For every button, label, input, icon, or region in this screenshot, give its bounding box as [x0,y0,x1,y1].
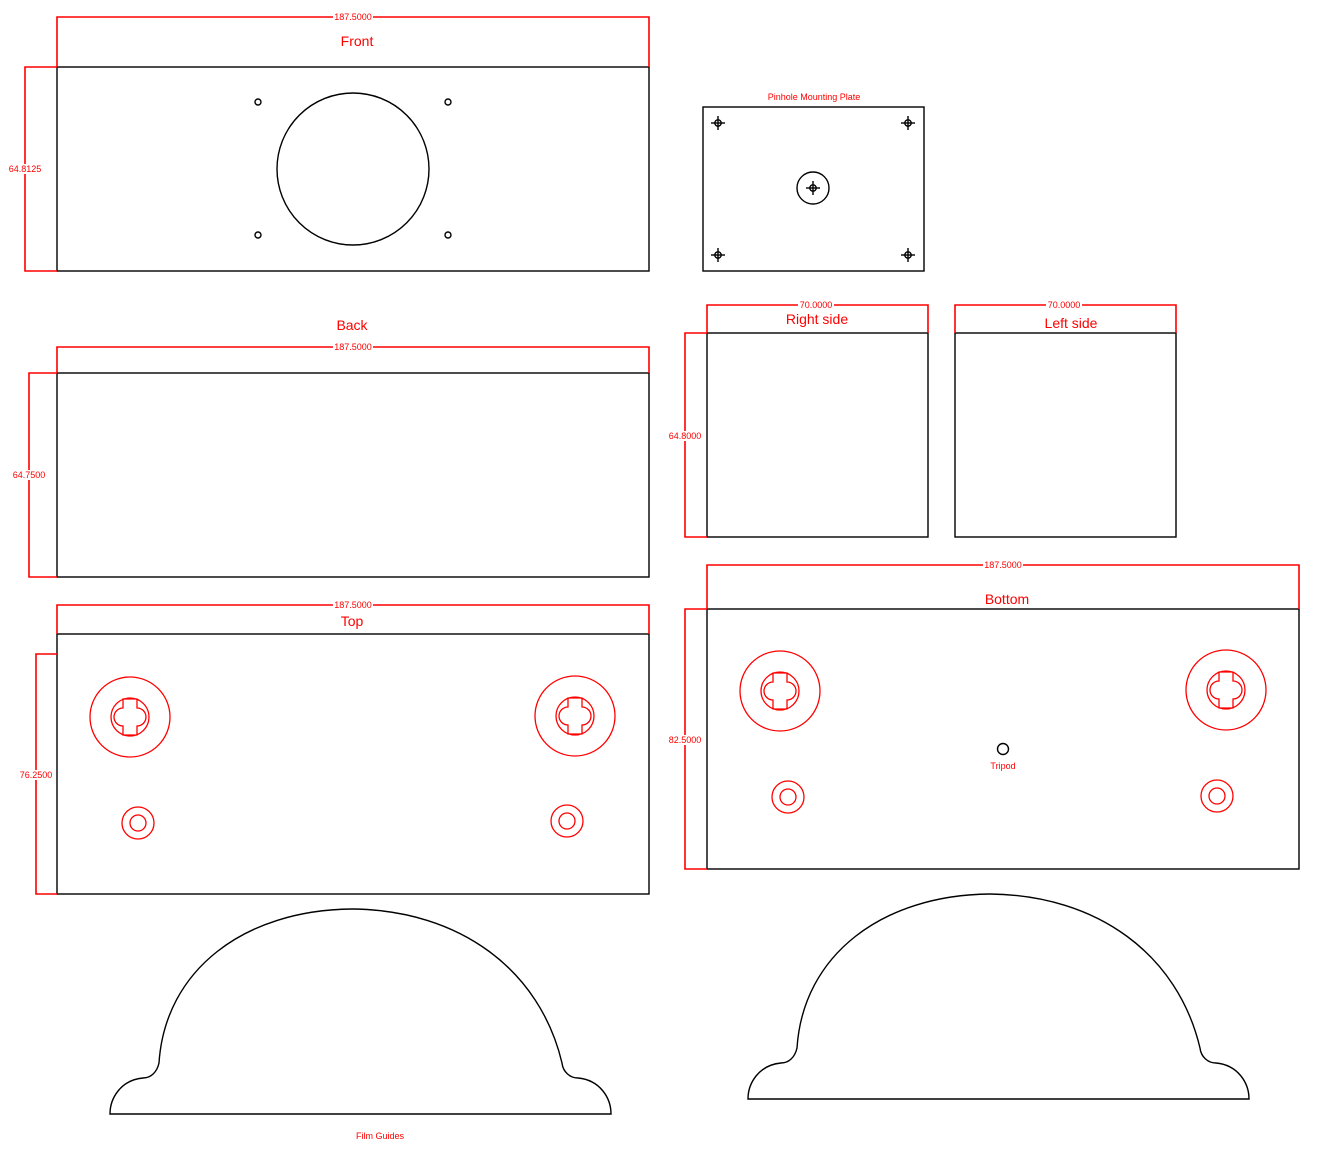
left-side-panel: 70.0000 Left side [954,300,1177,538]
screw-hole-icon [901,116,915,130]
pin-hole-left [121,806,155,840]
left-side-outline [954,332,1177,538]
bottom-title: Bottom [985,591,1029,607]
front-panel-outline [56,66,650,272]
bottom-panel: 187.5000 Bottom 82.5000 Tripod [667,560,1300,870]
spool-hole-right [1185,649,1267,731]
right-side-title: Right side [786,311,848,327]
lens-opening [276,92,430,246]
top-title: Top [341,613,364,629]
screw-hole-icon [806,181,820,195]
screw-hole-icon [901,248,915,262]
screw-hole-icon [711,248,725,262]
back-panel: Back 187.5000 64.7500 [11,317,650,578]
mount-hole [254,98,262,106]
left-side-width-dimension: 70.0000 [1048,300,1081,310]
pinhole-mounting-plate: Pinhole Mounting Plate [702,92,925,272]
bottom-panel-outline [706,608,1300,870]
pin-hole-right [550,804,584,838]
front-panel: 187.5000 Front 64.8125 [7,12,650,272]
pin-hole-right [1200,779,1234,813]
mount-hole [254,231,262,239]
film-guide-left [109,908,612,1115]
mount-hole [444,231,452,239]
film-guides: Film Guides [109,893,1250,1141]
right-side-width-dimension: 70.0000 [800,300,833,310]
spool-hole-left [739,650,821,732]
left-side-title: Left side [1045,315,1098,331]
back-width-dimension: 187.5000 [334,342,372,352]
top-height-dimension: 76.2500 [20,770,53,780]
top-width-dimension: 187.5000 [334,600,372,610]
front-width-dimension: 187.5000 [334,12,372,22]
spool-hole-left [89,676,171,758]
pinhole-plate-title: Pinhole Mounting Plate [768,92,861,102]
back-panel-outline [56,372,650,578]
screw-hole-icon [711,116,725,130]
right-side-panel: 70.0000 Right side 64.8000 [667,300,929,538]
bottom-width-dimension: 187.5000 [984,560,1022,570]
film-guides-title: Film Guides [356,1131,405,1141]
right-side-outline [706,332,929,538]
top-panel: 187.5000 Top 76.2500 [18,600,650,895]
technical-drawing: 187.5000 Front 64.8125 Pinhole Mounting … [7,12,1300,1141]
film-guide-right [747,893,1250,1100]
bottom-height-dimension: 82.5000 [669,735,702,745]
top-panel-outline [56,633,650,895]
front-height-dimension: 64.8125 [9,164,42,174]
tripod-hole [996,742,1010,756]
tripod-label: Tripod [990,761,1015,771]
back-height-dimension: 64.7500 [13,470,46,480]
back-title: Back [336,317,368,333]
spool-hole-right [534,675,616,757]
right-side-height-dimension: 64.8000 [669,431,702,441]
pin-hole-left [771,780,805,814]
front-title: Front [341,33,374,49]
mount-hole [444,98,452,106]
